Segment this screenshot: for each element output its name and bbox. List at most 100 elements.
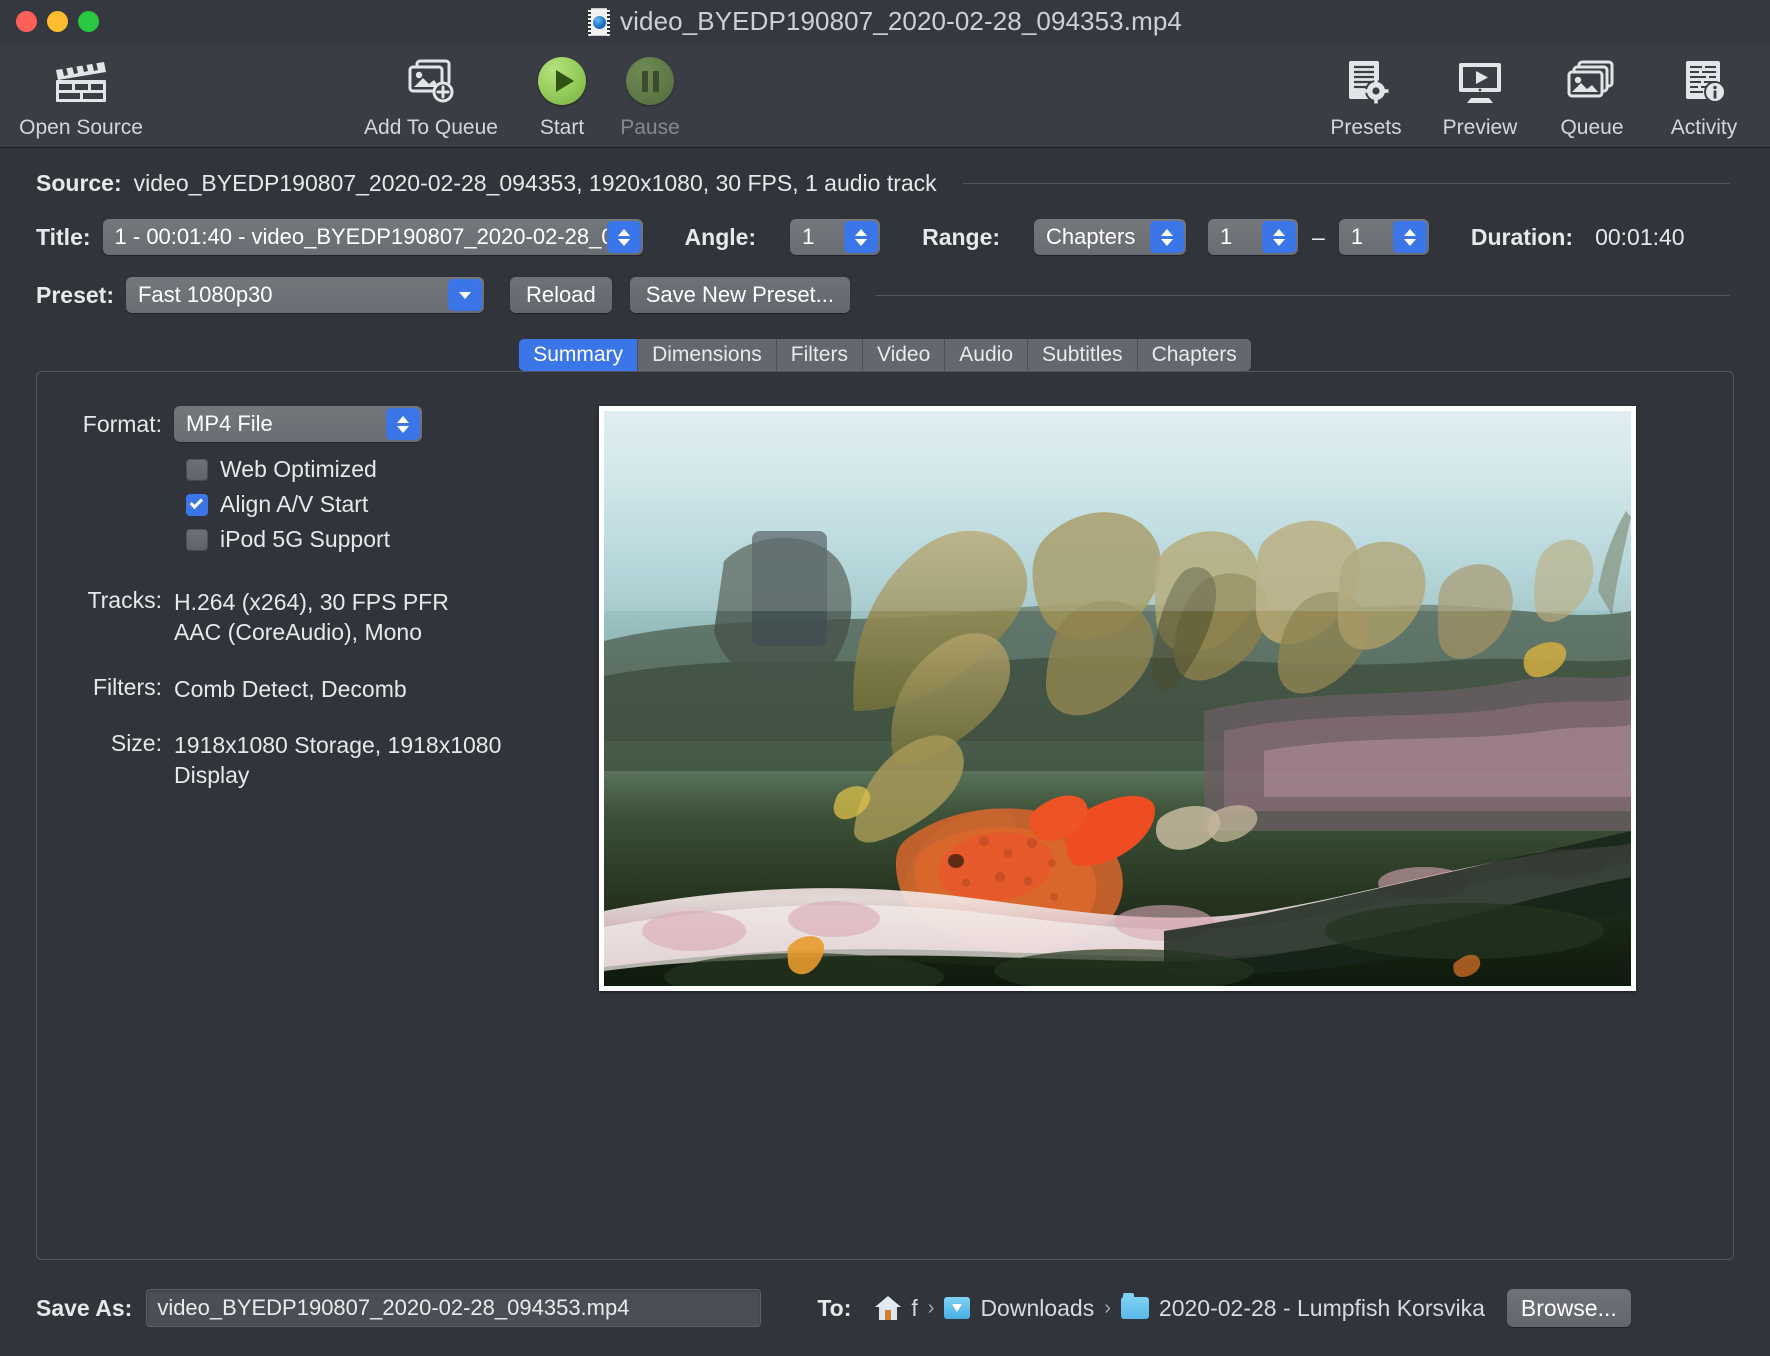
align-av-start-row[interactable]: Align A/V Start (186, 491, 577, 518)
title-select-stepper-icon[interactable] (607, 221, 641, 253)
web-optimized-label: Web Optimized (220, 456, 377, 483)
format-select-stepper-icon[interactable] (386, 408, 420, 440)
preset-row: Preset: Fast 1080p30 Reload Save New Pre… (36, 277, 1734, 313)
angle-value: 1 (802, 224, 814, 250)
play-icon (538, 53, 586, 109)
range-label: Range: (922, 224, 1000, 251)
duration-label: Duration: (1471, 224, 1573, 251)
angle-label: Angle: (685, 224, 757, 251)
path-segment-downloads[interactable]: Downloads (980, 1295, 1094, 1322)
pause-icon (626, 53, 674, 109)
source-info-area: Source: video_BYEDP190807_2020-02-28_094… (0, 148, 1770, 339)
summary-panel: Format: MP4 File Web Optimized Align A/V… (36, 371, 1734, 1260)
toolbar-add-to-queue-label: Add To Queue (364, 116, 498, 140)
toolbar-preview[interactable]: Preview (1430, 51, 1530, 140)
range-end-stepper[interactable]: 1 (1339, 219, 1429, 255)
path-segment-home[interactable]: f (911, 1295, 917, 1322)
filters-value: Comb Detect, Decomb (174, 674, 407, 704)
filters-row: Filters: Comb Detect, Decomb (79, 674, 577, 704)
toolbar-add-to-queue[interactable]: Add To Queue (361, 51, 501, 140)
duration-value: 00:01:40 (1595, 224, 1685, 251)
summary-details: Format: MP4 File Web Optimized Align A/V… (37, 406, 577, 1259)
browse-button[interactable]: Browse... (1507, 1289, 1631, 1327)
preset-select-chevron-down-icon[interactable] (448, 279, 482, 311)
toolbar-activity[interactable]: Activity (1654, 51, 1754, 140)
toolbar-queue-label: Queue (1560, 116, 1623, 140)
tab-chapters[interactable]: Chapters (1138, 339, 1251, 371)
tracks-values: H.264 (x264), 30 FPS PFR AAC (CoreAudio)… (174, 587, 449, 648)
range-start-stepper[interactable]: 1 (1208, 219, 1298, 255)
tab-bar: Summary Dimensions Filters Video Audio S… (36, 339, 1734, 371)
source-row: Source: video_BYEDP190807_2020-02-28_094… (36, 170, 1734, 197)
save-as-label: Save As: (36, 1295, 132, 1322)
toolbar-pause[interactable]: Pause (615, 51, 685, 140)
destination-bar: Save As: video_BYEDP190807_2020-02-28_09… (0, 1260, 1770, 1356)
title-select[interactable]: 1 - 00:01:40 - video_BYEDP190807_2020-02… (103, 219, 643, 255)
save-as-input[interactable]: video_BYEDP190807_2020-02-28_094353.mp4 (146, 1289, 761, 1327)
angle-stepper-icon[interactable] (844, 221, 878, 253)
range-start-stepper-icon[interactable] (1262, 221, 1296, 253)
range-start-value: 1 (1220, 224, 1232, 250)
handbrake-window: video_BYEDP190807_2020-02-28_094353.mp4 (0, 0, 1770, 1356)
monitor-play-icon (1454, 53, 1506, 109)
tab-filters[interactable]: Filters (777, 339, 863, 371)
size-value: 1918x1080 Storage, 1918x1080 Display (174, 730, 577, 791)
range-end-value: 1 (1351, 224, 1363, 250)
video-file-icon (588, 8, 610, 36)
path-segment-destination[interactable]: 2020-02-28 - Lumpfish Korsvika (1159, 1295, 1485, 1322)
toolbar-preview-label: Preview (1443, 116, 1518, 140)
title-select-value: 1 - 00:01:40 - video_BYEDP190807_2020-02… (115, 224, 639, 250)
stacked-images-icon (1565, 53, 1619, 109)
window-title-group: video_BYEDP190807_2020-02-28_094353.mp4 (0, 6, 1770, 37)
toolbar-pause-label: Pause (620, 116, 680, 140)
tracks-label: Tracks: (79, 587, 174, 614)
ipod-5g-support-checkbox[interactable] (186, 529, 208, 551)
path-separator-1: › (928, 1297, 935, 1320)
preset-value: Fast 1080p30 (138, 282, 273, 308)
add-images-icon (403, 53, 459, 109)
tracks-row: Tracks: H.264 (x264), 30 FPS PFR AAC (Co… (79, 587, 577, 648)
size-row: Size: 1918x1080 Storage, 1918x1080 Displ… (79, 730, 577, 791)
toolbar-open-source[interactable]: Open Source (16, 51, 146, 140)
toolbar-start[interactable]: Start (527, 51, 597, 140)
range-type-stepper-icon[interactable] (1150, 221, 1184, 253)
title-label: Title: (36, 224, 91, 251)
align-av-start-label: Align A/V Start (220, 491, 368, 518)
tab-video[interactable]: Video (863, 339, 945, 371)
home-icon (875, 1296, 901, 1320)
angle-stepper[interactable]: 1 (790, 219, 880, 255)
path-separator-2: › (1104, 1297, 1111, 1320)
web-optimized-row[interactable]: Web Optimized (186, 456, 577, 483)
range-type-value: Chapters (1046, 224, 1135, 250)
range-end-stepper-icon[interactable] (1393, 221, 1427, 253)
preset-select[interactable]: Fast 1080p30 (126, 277, 484, 313)
tab-audio[interactable]: Audio (945, 339, 1028, 371)
source-value: video_BYEDP190807_2020-02-28_094353, 192… (134, 170, 937, 197)
save-new-preset-button[interactable]: Save New Preset... (630, 277, 850, 313)
filters-label: Filters: (79, 674, 174, 701)
toolbar-presets-label: Presets (1330, 116, 1401, 140)
format-select[interactable]: MP4 File (174, 406, 422, 442)
tab-subtitles[interactable]: Subtitles (1028, 339, 1138, 371)
format-row: Format: MP4 File (79, 406, 577, 442)
range-type-select[interactable]: Chapters (1034, 219, 1186, 255)
align-av-start-checkbox[interactable] (186, 494, 208, 516)
web-optimized-checkbox[interactable] (186, 459, 208, 481)
window-title: video_BYEDP190807_2020-02-28_094353.mp4 (620, 6, 1182, 37)
title-row: Title: 1 - 00:01:40 - video_BYEDP190807_… (36, 219, 1734, 255)
ipod-5g-support-row[interactable]: iPod 5G Support (186, 526, 577, 553)
reload-button[interactable]: Reload (510, 277, 612, 313)
title-bar: video_BYEDP190807_2020-02-28_094353.mp4 (0, 0, 1770, 45)
tab-summary[interactable]: Summary (519, 339, 638, 371)
presets-gear-document-icon (1341, 53, 1391, 109)
tracks-video-line: H.264 (x264), 30 FPS PFR (174, 587, 449, 617)
size-label: Size: (79, 730, 174, 757)
toolbar-queue[interactable]: Queue (1546, 51, 1638, 140)
main-toolbar: Open Source (0, 45, 1770, 148)
tracks-audio-line: AAC (CoreAudio), Mono (174, 617, 449, 647)
toolbar-presets[interactable]: Presets (1318, 51, 1414, 140)
folder-icon (1121, 1297, 1149, 1319)
document-info-icon (1679, 53, 1729, 109)
downloads-folder-icon (944, 1297, 970, 1319)
tab-dimensions[interactable]: Dimensions (638, 339, 777, 371)
